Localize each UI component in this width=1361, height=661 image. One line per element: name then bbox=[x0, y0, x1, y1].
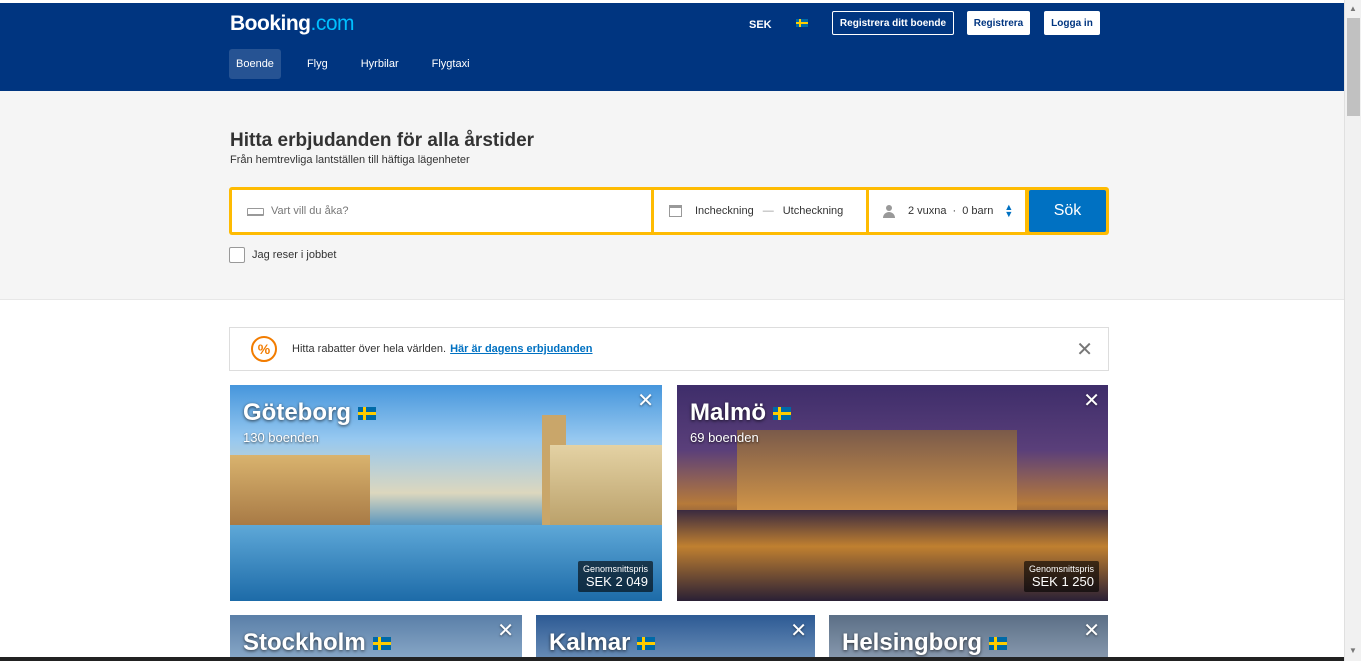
close-icon[interactable]: ✕ bbox=[1076, 340, 1093, 360]
hero-section: Hitta erbjudanden för alla årstider Från… bbox=[0, 91, 1344, 300]
tile-city-name: Kalmar bbox=[549, 629, 656, 657]
date-separator: — bbox=[762, 205, 774, 217]
logo-main: Booking bbox=[230, 12, 311, 35]
main-nav: Boende Flyg Hyrbilar Flygtaxi bbox=[229, 49, 496, 79]
booking-logo[interactable]: Booking.com bbox=[230, 12, 355, 36]
chevron-updown-icon: ▲ ▼ bbox=[1004, 202, 1014, 219]
date-picker-field[interactable]: Incheckning — Utcheckning bbox=[654, 190, 866, 232]
tile-city-name: Göteborg bbox=[243, 399, 376, 427]
login-button[interactable]: Logga in bbox=[1044, 11, 1100, 35]
close-icon[interactable]: ✕ bbox=[497, 621, 514, 641]
tile-city-name: Helsingborg bbox=[842, 629, 1008, 657]
price-label: Genomsnittspris bbox=[582, 564, 648, 574]
average-price-box: Genomsnittspris SEK 1 250 bbox=[1023, 561, 1099, 592]
price-label: Genomsnittspris bbox=[1028, 564, 1094, 574]
price-value: SEK 1 250 bbox=[1031, 574, 1094, 589]
sweden-flag-icon bbox=[773, 406, 792, 420]
scroll-down-arrow-icon[interactable]: ▼ bbox=[1349, 646, 1357, 655]
destination-tile-kalmar[interactable]: Kalmar ✕ bbox=[536, 615, 815, 661]
close-icon[interactable]: ✕ bbox=[1083, 391, 1100, 411]
destination-tile-stockholm[interactable]: Stockholm ✕ bbox=[230, 615, 522, 661]
person-icon bbox=[883, 204, 895, 218]
scrollbar-thumb[interactable] bbox=[1347, 18, 1360, 116]
business-travel-option[interactable]: Jag reser i jobbet bbox=[229, 247, 336, 263]
children-count: 0 barn bbox=[962, 205, 994, 217]
close-icon[interactable]: ✕ bbox=[1083, 621, 1100, 641]
top-header: Booking.com SEK Registrera ditt boende R… bbox=[0, 0, 1344, 91]
window-bottom-edge bbox=[0, 657, 1344, 661]
search-bar: Incheckning — Utcheckning 2 vuxna · 0 ba… bbox=[229, 187, 1109, 235]
logo-suffix: .com bbox=[310, 12, 355, 35]
deals-banner: % Hitta rabatter över hela världen. Här … bbox=[229, 327, 1109, 371]
nav-tab-boende[interactable]: Boende bbox=[229, 49, 281, 79]
checkout-label[interactable]: Utcheckning bbox=[783, 205, 844, 217]
close-icon[interactable]: ✕ bbox=[790, 621, 807, 641]
search-button[interactable]: Sök bbox=[1029, 190, 1106, 232]
sweden-flag-icon bbox=[989, 636, 1008, 650]
destination-tile-malmo[interactable]: Malmö 69 boenden ✕ Genomsnittspris SEK 1… bbox=[677, 385, 1108, 601]
bed-icon bbox=[247, 206, 264, 216]
register-property-button[interactable]: Registrera ditt boende bbox=[832, 11, 954, 35]
banner-text: Hitta rabatter över hela världen. bbox=[292, 343, 447, 355]
page-scrollbar[interactable]: ▲ ▼ bbox=[1344, 0, 1361, 661]
tile-city-name: Stockholm bbox=[243, 629, 391, 657]
language-flag-icon[interactable] bbox=[796, 19, 808, 27]
calendar-icon bbox=[669, 205, 682, 217]
nav-tab-flygtaxi[interactable]: Flygtaxi bbox=[425, 49, 477, 79]
tile-city-name: Malmö bbox=[690, 399, 792, 427]
deals-link[interactable]: Här är dagens erbjudanden bbox=[450, 343, 592, 355]
currency-selector[interactable]: SEK bbox=[749, 19, 772, 31]
price-value: SEK 2 049 bbox=[585, 574, 648, 589]
destination-tile-helsingborg[interactable]: Helsingborg ✕ bbox=[829, 615, 1108, 661]
tile-property-count: 69 boenden bbox=[690, 430, 759, 445]
guests-field[interactable]: 2 vuxna · 0 barn ▲ ▼ bbox=[869, 190, 1025, 232]
hero-title: Hitta erbjudanden för alla årstider bbox=[230, 130, 535, 151]
sweden-flag-icon bbox=[358, 406, 376, 420]
guests-dot: · bbox=[952, 205, 957, 217]
adults-count: 2 vuxna bbox=[908, 205, 947, 217]
tile-property-count: 130 boenden bbox=[243, 430, 319, 445]
close-icon[interactable]: ✕ bbox=[637, 391, 654, 411]
checkin-label[interactable]: Incheckning bbox=[695, 205, 754, 217]
business-travel-checkbox[interactable] bbox=[229, 247, 245, 263]
business-travel-label[interactable]: Jag reser i jobbet bbox=[252, 249, 336, 261]
destination-tile-goteborg[interactable]: Göteborg 130 boenden ✕ Genomsnittspris S… bbox=[230, 385, 662, 601]
destination-field[interactable] bbox=[232, 190, 651, 232]
scroll-up-arrow-icon[interactable]: ▲ bbox=[1349, 4, 1357, 13]
register-button[interactable]: Registrera bbox=[967, 11, 1030, 35]
sweden-flag-icon bbox=[372, 636, 391, 650]
hero-subtitle: Från hemtrevliga lantställen till häftig… bbox=[230, 154, 470, 166]
sweden-flag-icon bbox=[637, 636, 656, 650]
discount-icon: % bbox=[251, 336, 277, 362]
nav-tab-flyg[interactable]: Flyg bbox=[300, 49, 335, 79]
nav-tab-hyrbilar[interactable]: Hyrbilar bbox=[354, 49, 406, 79]
average-price-box: Genomsnittspris SEK 2 049 bbox=[577, 561, 653, 592]
destination-input[interactable] bbox=[271, 205, 611, 217]
